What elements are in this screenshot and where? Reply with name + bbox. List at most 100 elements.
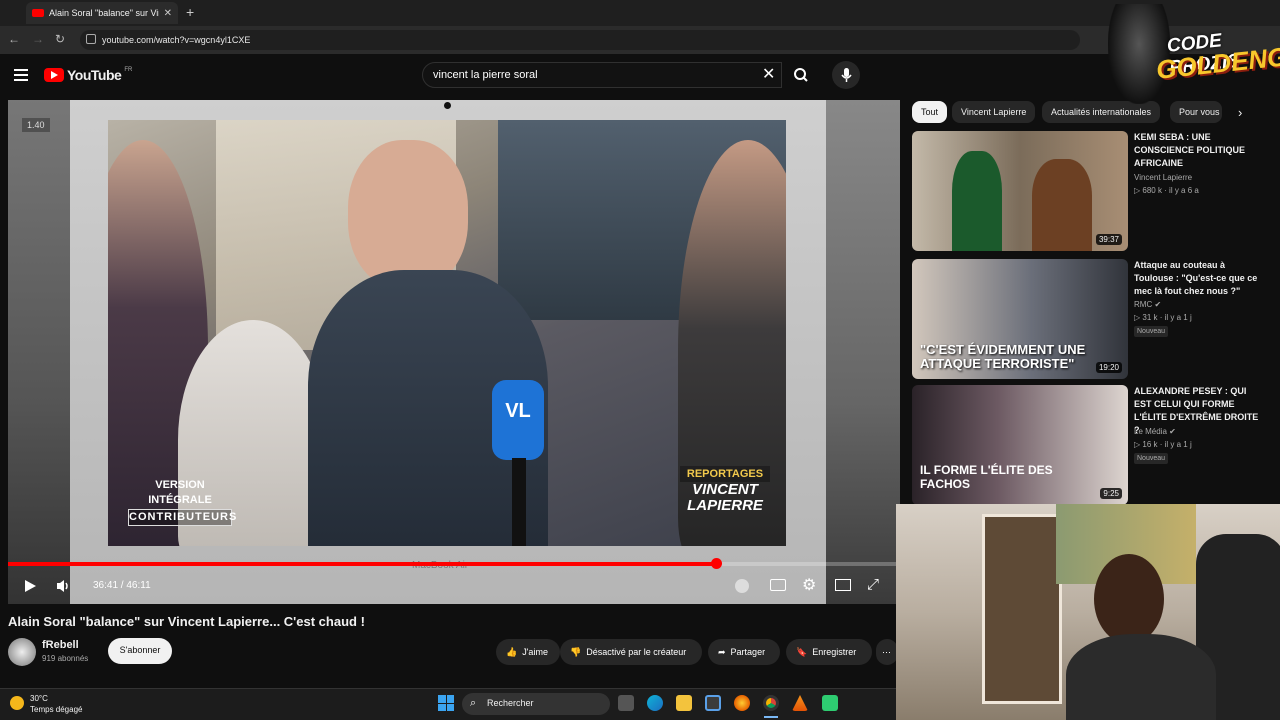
share-label: Partager [730,647,766,657]
store-icon[interactable] [705,695,721,711]
recommendation-meta-text: 680 k · il y a 6 a [1142,186,1199,195]
firefox-icon[interactable] [734,695,750,711]
streamer-body [1066,634,1216,720]
share-button[interactable]: ➦ Partager [708,639,780,665]
task-view-icon[interactable] [618,695,634,711]
save-button[interactable]: 🔖 Enregistrer [786,639,872,665]
url-bar[interactable]: youtube.com/watch?v=wgcn4yl1CXE [80,30,1080,50]
like-button[interactable]: 👍 J'aime [496,639,560,665]
site-info-icon[interactable] [86,34,96,44]
weather-widget[interactable]: 30°C Temps dégagé [30,693,82,715]
video-player[interactable]: VL 1.40 VERSION INTÉGRALE CONTRIBUTEURS … [8,100,900,604]
app-icon[interactable] [822,695,838,711]
chrome-icon[interactable] [763,695,779,711]
chip-pour-vous[interactable]: Pour vous [1170,101,1222,123]
weather-text: Temps dégagé [30,705,83,714]
recommendation-channel-text: RMC [1134,300,1153,309]
chip-actualites[interactable]: Actualités internationales [1042,101,1161,123]
recommendation-channel-text: Le Média [1134,427,1167,436]
menu-icon[interactable] [14,69,28,81]
overlay-line: VINCENT [692,481,758,498]
microphone-handle [512,458,526,546]
taskbar-search-label: Rechercher [487,698,534,708]
taskbar-search[interactable]: Rechercher [462,693,610,715]
verified-icon: ✔ [1154,300,1162,309]
clear-search-icon[interactable]: ✕ [762,64,775,84]
overlay-version-integrale: VERSION INTÉGRALE CONTRIBUTEURS [128,478,236,526]
channel-name[interactable]: fRebell [42,639,79,651]
autoplay-toggle-icon[interactable] [735,579,749,593]
search-icon [794,68,808,82]
volume-button[interactable] [55,578,73,599]
chip-all[interactable]: Tout [912,101,948,123]
subscribe-button[interactable]: S'abonner [108,638,172,664]
stream-logo: CODE PROZIS GOLDENG [1108,4,1280,104]
bookmark-icon: 🔖 [796,646,808,657]
bookshelf [982,514,1062,704]
weather-sun-icon [10,696,24,710]
new-tab-icon[interactable]: + [186,4,194,20]
recommendation-meta: ▷ 16 k · il y a 1 j [1134,440,1192,449]
recommendation-title[interactable]: Attaque au couteau à Toulouse : "Qu'est-… [1134,259,1264,298]
reload-icon[interactable]: ↻ [55,32,65,46]
channel-avatar[interactable] [8,638,36,666]
recommendation-thumbnail[interactable]: IL FORME L'ÉLITE DES FACHOS 9:25 [912,385,1128,505]
laptop-camera [444,102,451,109]
subtitles-icon[interactable] [770,579,786,591]
interviewee-face [348,140,468,290]
windows-start-icon[interactable] [438,695,454,711]
recommendation-channel[interactable]: Le Média ✔ [1134,427,1176,436]
webcam-overlay [896,504,1280,720]
progress-bar[interactable] [8,558,900,569]
chip-vincent-lapierre[interactable]: Vincent Lapierre [952,101,1036,123]
recommendation-channel[interactable]: Vincent Lapierre [1134,173,1192,182]
more-icon: ⋯ [882,646,891,657]
chevron-right-icon[interactable]: › [1238,105,1242,120]
microphone-icon [841,68,852,82]
video-background-left [8,100,70,604]
file-explorer-icon[interactable] [676,695,692,711]
forward-icon[interactable]: → [32,32,44,46]
overlay-line: VERSION INTÉGRALE [148,479,212,506]
edge-icon[interactable] [647,695,663,711]
active-app-indicator [764,716,778,718]
temperature: 30°C [30,694,48,703]
browser-tab-title: Alain Soral "balance" sur Vincent Lapier… [49,8,159,18]
recommendation-thumbnail[interactable]: 39:37 [912,131,1128,251]
new-badge: Nouveau [1134,326,1169,337]
close-tab-icon[interactable]: ✕ [164,8,172,19]
overlay-line: CONTRIBUTEURS [128,509,236,526]
theater-mode-icon[interactable] [835,579,851,591]
search-input[interactable]: vincent la pierre soral [422,62,782,88]
video-title: Alain Soral "balance" sur Vincent Lapier… [8,614,365,629]
new-badge: Nouveau [1134,453,1169,464]
back-icon[interactable]: ← [8,32,20,46]
recommendation-meta-text: 16 k · il y a 1 j [1142,440,1192,449]
play-button[interactable] [22,578,38,599]
recommendation-title[interactable]: KEMI SEBA : UNE CONSCIENCE POLITIQUE AFR… [1134,131,1264,170]
dislike-label: Désactivé par le créateur [586,647,687,657]
dislike-button[interactable]: 👎 Désactivé par le créateur [560,639,702,665]
recommendation-thumbnail[interactable]: "C'EST ÉVIDEMMENT UNE ATTAQUE TERRORISTE… [912,259,1128,379]
thumb-down-icon: 👎 [570,646,582,657]
search-button[interactable] [786,62,816,88]
thumb-person [952,151,1002,251]
streamer-head [1094,554,1164,644]
youtube-play-logo-icon [44,68,64,82]
country-code: FR [124,67,133,73]
youtube-logo[interactable]: YouTube FR [44,67,132,83]
recommendation-channel[interactable]: RMC ✔ [1134,300,1161,309]
volume-icon [57,580,68,592]
video-background-right [826,100,900,604]
settings-icon[interactable]: ⚙ [802,575,816,595]
progress-bar-fill [8,562,717,566]
fullscreen-icon[interactable]: ⤢ [867,576,879,593]
video-duration: 19:20 [1095,362,1122,373]
overlay-line: REPORTAGES [680,466,770,482]
more-actions-button[interactable]: ⋯ [876,639,898,665]
voice-search-button[interactable] [832,61,860,89]
microphone-flag: VL [492,380,544,460]
youtube-logo-text: YouTube [67,67,122,83]
browser-tab[interactable]: Alain Soral "balance" sur Vincent Lapier… [26,2,178,24]
play-icon [25,580,36,592]
